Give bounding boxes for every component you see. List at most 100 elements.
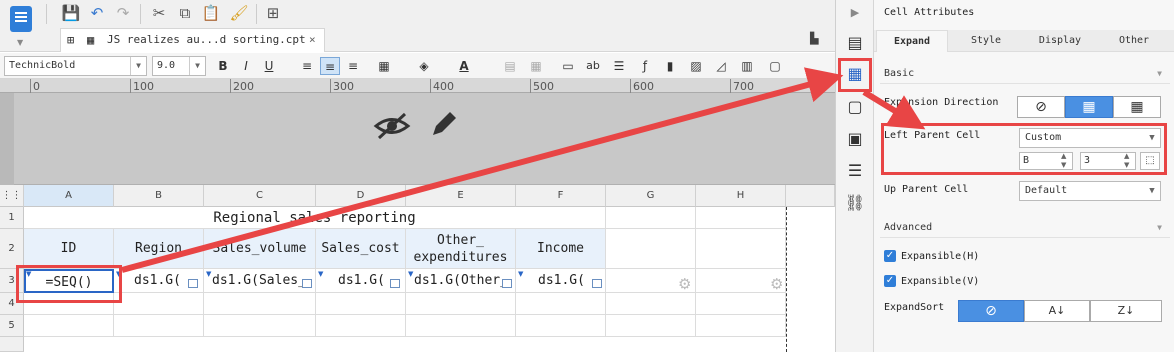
insert-cell-icon[interactable]: ▭ (558, 57, 578, 75)
rich-text-icon[interactable]: ☰ (609, 57, 629, 75)
tab-style[interactable]: Style (950, 30, 1022, 52)
column-header[interactable]: A (24, 185, 114, 207)
align-right-icon[interactable]: ≡ (343, 57, 363, 75)
report-tab[interactable]: ⊞ ▦ JS realizes au...d sorting.cpt × (60, 28, 325, 52)
cell[interactable] (316, 293, 406, 315)
column-header[interactable]: D (316, 185, 406, 207)
cell[interactable] (114, 293, 204, 315)
basic-section-header[interactable]: Basic ▼ (880, 64, 1170, 84)
header-cell-sales-cost[interactable]: Sales_cost (316, 229, 406, 269)
app-menu-caret-icon[interactable]: ▼ (17, 38, 23, 47)
row-header[interactable]: 2 (0, 229, 24, 269)
border-icon[interactable]: ▦ (374, 57, 394, 75)
header-cell-other-expenditures[interactable]: Other_ expenditures (406, 229, 516, 269)
row-header[interactable]: 1 (0, 207, 24, 229)
header-cell-region[interactable]: Region (114, 229, 204, 269)
close-tab-icon[interactable]: × (309, 29, 316, 51)
preview-icon[interactable]: ⊞ (262, 2, 284, 24)
tab-expand[interactable]: Expand (876, 30, 948, 52)
condition-icon[interactable]: ☰ (844, 160, 866, 182)
up-parent-select[interactable]: Default ▼ (1019, 181, 1161, 201)
edit-pencil-icon[interactable] (428, 108, 458, 140)
cell[interactable] (516, 293, 606, 315)
sort-ascending-button[interactable]: A↓ (1024, 300, 1090, 322)
template-icon[interactable]: ▤ (844, 32, 866, 54)
fill-color-icon[interactable]: ◈ (414, 57, 434, 75)
cell[interactable] (606, 293, 696, 315)
column-header[interactable]: C (204, 185, 316, 207)
align-left-icon[interactable]: ≡ (297, 57, 317, 75)
cell[interactable] (406, 293, 516, 315)
cell[interactable] (204, 315, 316, 337)
horizontal-expand-button[interactable]: ▦ (1113, 96, 1161, 118)
column-header[interactable]: E (406, 185, 516, 207)
image-icon[interactable]: ▨ (686, 57, 706, 75)
collapse-arrow-icon[interactable]: ▶ (844, 2, 866, 24)
cut-icon[interactable]: ✂ (148, 2, 170, 24)
cell[interactable] (606, 315, 696, 337)
formula-cell-sales-volume[interactable]: ds1.G(Sales_ (204, 269, 316, 293)
report-title-cell[interactable]: Regional sales reporting (24, 207, 606, 229)
unmerge-icon[interactable]: ▦ (526, 57, 546, 75)
cell[interactable] (606, 207, 696, 229)
bold-button[interactable]: B (213, 57, 233, 75)
align-center-icon[interactable]: ≡ (320, 57, 340, 75)
cell[interactable] (24, 315, 114, 337)
cell[interactable] (316, 315, 406, 337)
header-cell-income[interactable]: Income (516, 229, 606, 269)
tab-display[interactable]: Display (1024, 30, 1096, 52)
cell-element-icon[interactable]: ▢ (844, 96, 866, 118)
paste-icon[interactable]: 📋 (200, 2, 222, 24)
text-icon[interactable]: ab (583, 57, 603, 75)
column-header[interactable]: G (606, 185, 696, 207)
redo-icon[interactable]: ↷ (112, 2, 134, 24)
slash-icon[interactable]: ◿ (711, 57, 731, 75)
save-icon[interactable]: 💾 (60, 2, 82, 24)
merge-icon[interactable]: ▤ (500, 57, 520, 75)
vertical-expand-button[interactable]: ▦ (1065, 96, 1113, 118)
cell[interactable] (696, 229, 786, 269)
cell[interactable] (114, 315, 204, 337)
sort-descending-button[interactable]: Z↓ (1090, 300, 1162, 322)
corner-cell[interactable]: ⋮⋮ (0, 185, 24, 207)
gear-icon[interactable]: ⚙ (678, 275, 691, 293)
gear-icon[interactable]: ⚙ (770, 275, 783, 293)
no-expand-button[interactable]: ⊘ (1017, 96, 1065, 118)
undo-icon[interactable]: ↶ (86, 2, 108, 24)
column-header[interactable]: H (696, 185, 786, 207)
hyperlink-icon[interactable]: ⛓ (844, 192, 866, 214)
advanced-section-header[interactable]: Advanced ▼ (880, 218, 1170, 238)
formula-icon[interactable]: ƒ (635, 57, 655, 75)
font-family-select[interactable]: TechnicBold ▼ (4, 56, 147, 76)
row-header[interactable] (0, 337, 24, 352)
cell[interactable] (606, 229, 696, 269)
font-size-select[interactable]: 9.0 ▼ (152, 56, 206, 76)
header-cell-sales-volume[interactable]: Sales_volume (204, 229, 316, 269)
row-header[interactable]: 5 (0, 315, 24, 337)
cell[interactable] (406, 315, 516, 337)
subreport-icon[interactable]: ▥ (737, 57, 757, 75)
cell[interactable] (696, 293, 786, 315)
formula-cell-other-expenditures[interactable]: ds1.G(Other_ (406, 269, 516, 293)
column-header[interactable]: F (516, 185, 606, 207)
tab-other[interactable]: Other (1098, 30, 1170, 52)
expansible-h-checkbox[interactable]: ✓ (884, 250, 896, 262)
header-cell-id[interactable]: ID (24, 229, 114, 269)
no-sort-button[interactable]: ⊘ (958, 300, 1024, 322)
cell[interactable] (696, 207, 786, 229)
widget-icon[interactable]: ▣ (844, 128, 866, 150)
more-icon[interactable]: ▢ (765, 57, 785, 75)
copy-icon[interactable]: ⧉ (174, 2, 196, 24)
text-color-button[interactable]: A (454, 57, 474, 75)
cell[interactable] (204, 293, 316, 315)
app-logo-icon[interactable] (10, 6, 32, 32)
italic-button[interactable]: I (236, 57, 256, 75)
column-header[interactable]: B (114, 185, 204, 207)
underline-button[interactable]: U (259, 57, 279, 75)
format-painter-icon[interactable]: 🖌 (228, 2, 250, 24)
chart-icon[interactable]: ▮ (660, 57, 680, 75)
tab-menu-icon[interactable]: ▙ (810, 32, 818, 45)
expansible-v-checkbox[interactable]: ✓ (884, 275, 896, 287)
cell[interactable] (516, 315, 606, 337)
hidden-eye-icon[interactable] (373, 111, 411, 141)
